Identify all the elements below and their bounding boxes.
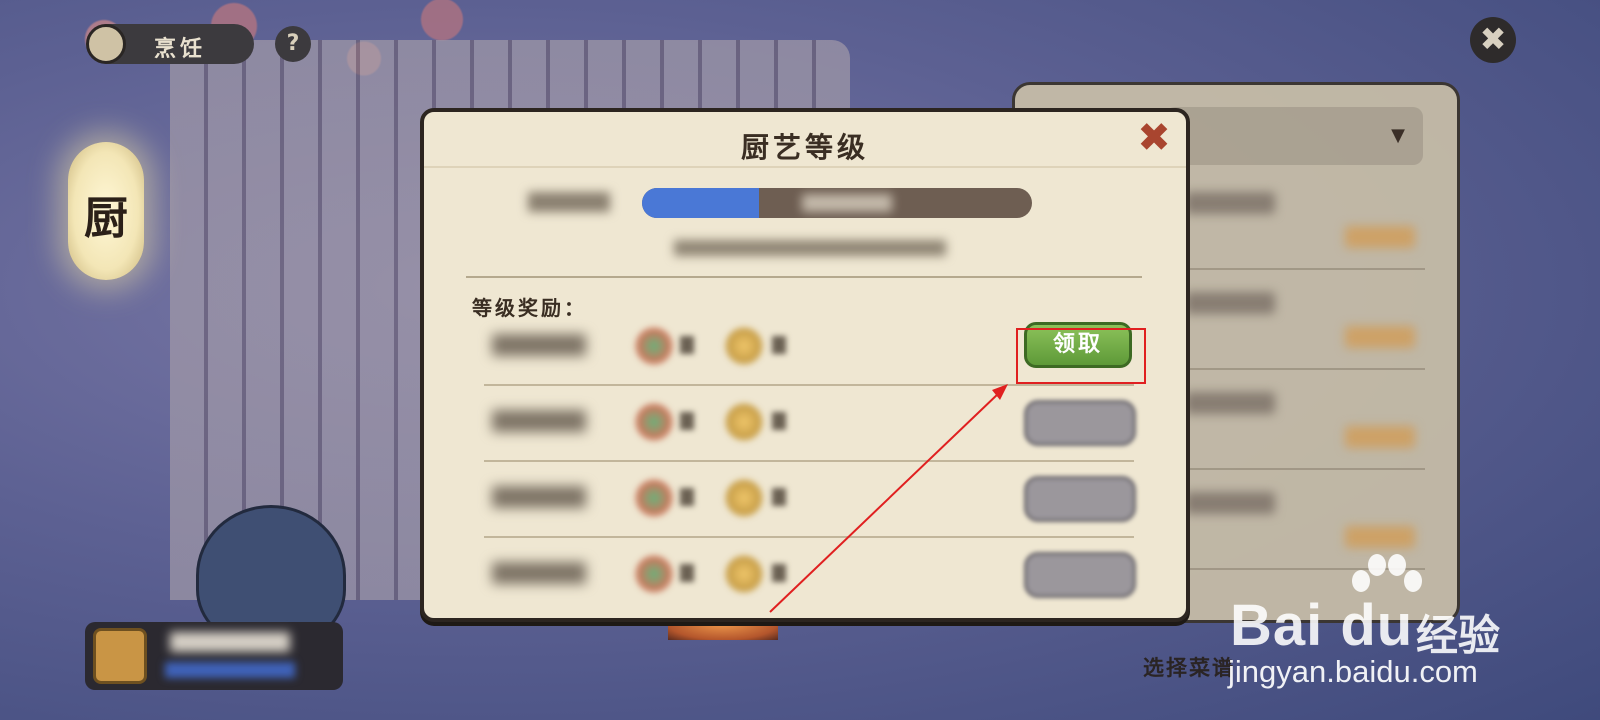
coin-reward-icon [724, 326, 764, 366]
reward-row [484, 464, 1136, 538]
xp-text-redacted [802, 194, 892, 212]
claim-button-disabled[interactable] [1024, 552, 1136, 598]
avatar [93, 628, 147, 684]
reward-quantity-redacted [680, 412, 694, 430]
coin-reward-icon [724, 554, 764, 594]
xp-progress-bar [642, 188, 1032, 218]
ingredient-reward-icon [634, 402, 674, 442]
watermark-url: jingyan.baidu.com [1228, 654, 1478, 689]
divider [424, 166, 1186, 168]
watermark-brand: Bai du [1230, 593, 1414, 658]
reward-quantity-redacted [772, 564, 786, 582]
recipe-list-item[interactable] [1175, 380, 1425, 470]
reward-level-redacted [492, 486, 586, 508]
reward-level-redacted [492, 562, 586, 584]
dropdown-arrow-icon: ▼ [1391, 125, 1405, 146]
baidu-jingyan-watermark: Bai du 经验 jingyan.baidu.com [1228, 552, 1530, 689]
reward-level-redacted [492, 410, 586, 432]
xp-progress-fill [642, 188, 759, 218]
recipe-list-item[interactable] [1175, 280, 1425, 370]
dialog-title: 厨艺等级 [740, 131, 869, 164]
ingredient-reward-icon [634, 478, 674, 518]
reward-quantity-redacted [772, 336, 786, 354]
player-bar-redacted [165, 662, 295, 678]
kitchen-lantern: 厨 [68, 142, 144, 280]
dialog-close-button[interactable]: ✖ [1134, 118, 1174, 158]
claim-button-disabled[interactable] [1024, 476, 1136, 522]
claim-highlight-box [1016, 328, 1146, 384]
claim-button-disabled[interactable] [1024, 400, 1136, 446]
reward-level-redacted [492, 334, 586, 356]
recipe-list-item[interactable] [1175, 180, 1425, 270]
player-name-redacted [170, 632, 290, 652]
steamer-icon [86, 24, 126, 64]
lantern-character: 厨 [84, 193, 128, 244]
reward-quantity-redacted [772, 488, 786, 506]
reward-row [484, 540, 1136, 614]
level-description-redacted [674, 240, 946, 256]
level-label-redacted [528, 192, 610, 212]
reward-quantity-redacted [680, 488, 694, 506]
divider [484, 384, 1134, 386]
ingredient-reward-icon [634, 554, 674, 594]
cooking-tab-label: 烹饪 [154, 37, 207, 62]
divider [466, 276, 1142, 278]
reward-quantity-redacted [680, 336, 694, 354]
reward-quantity-redacted [772, 412, 786, 430]
help-button[interactable]: ? [275, 26, 311, 62]
recipe-filter-dropdown[interactable]: ▼ [1165, 107, 1423, 165]
reward-quantity-redacted [680, 564, 694, 582]
divider [484, 460, 1134, 462]
close-screen-button[interactable]: ✖ [1470, 17, 1516, 63]
reward-row [484, 388, 1136, 462]
divider [484, 536, 1134, 538]
coin-reward-icon [724, 478, 764, 518]
ingredient-reward-icon [634, 326, 674, 366]
coin-reward-icon [724, 402, 764, 442]
player-info-card[interactable] [85, 622, 343, 690]
select-recipe-hint: 选择菜谱 [1143, 656, 1235, 680]
